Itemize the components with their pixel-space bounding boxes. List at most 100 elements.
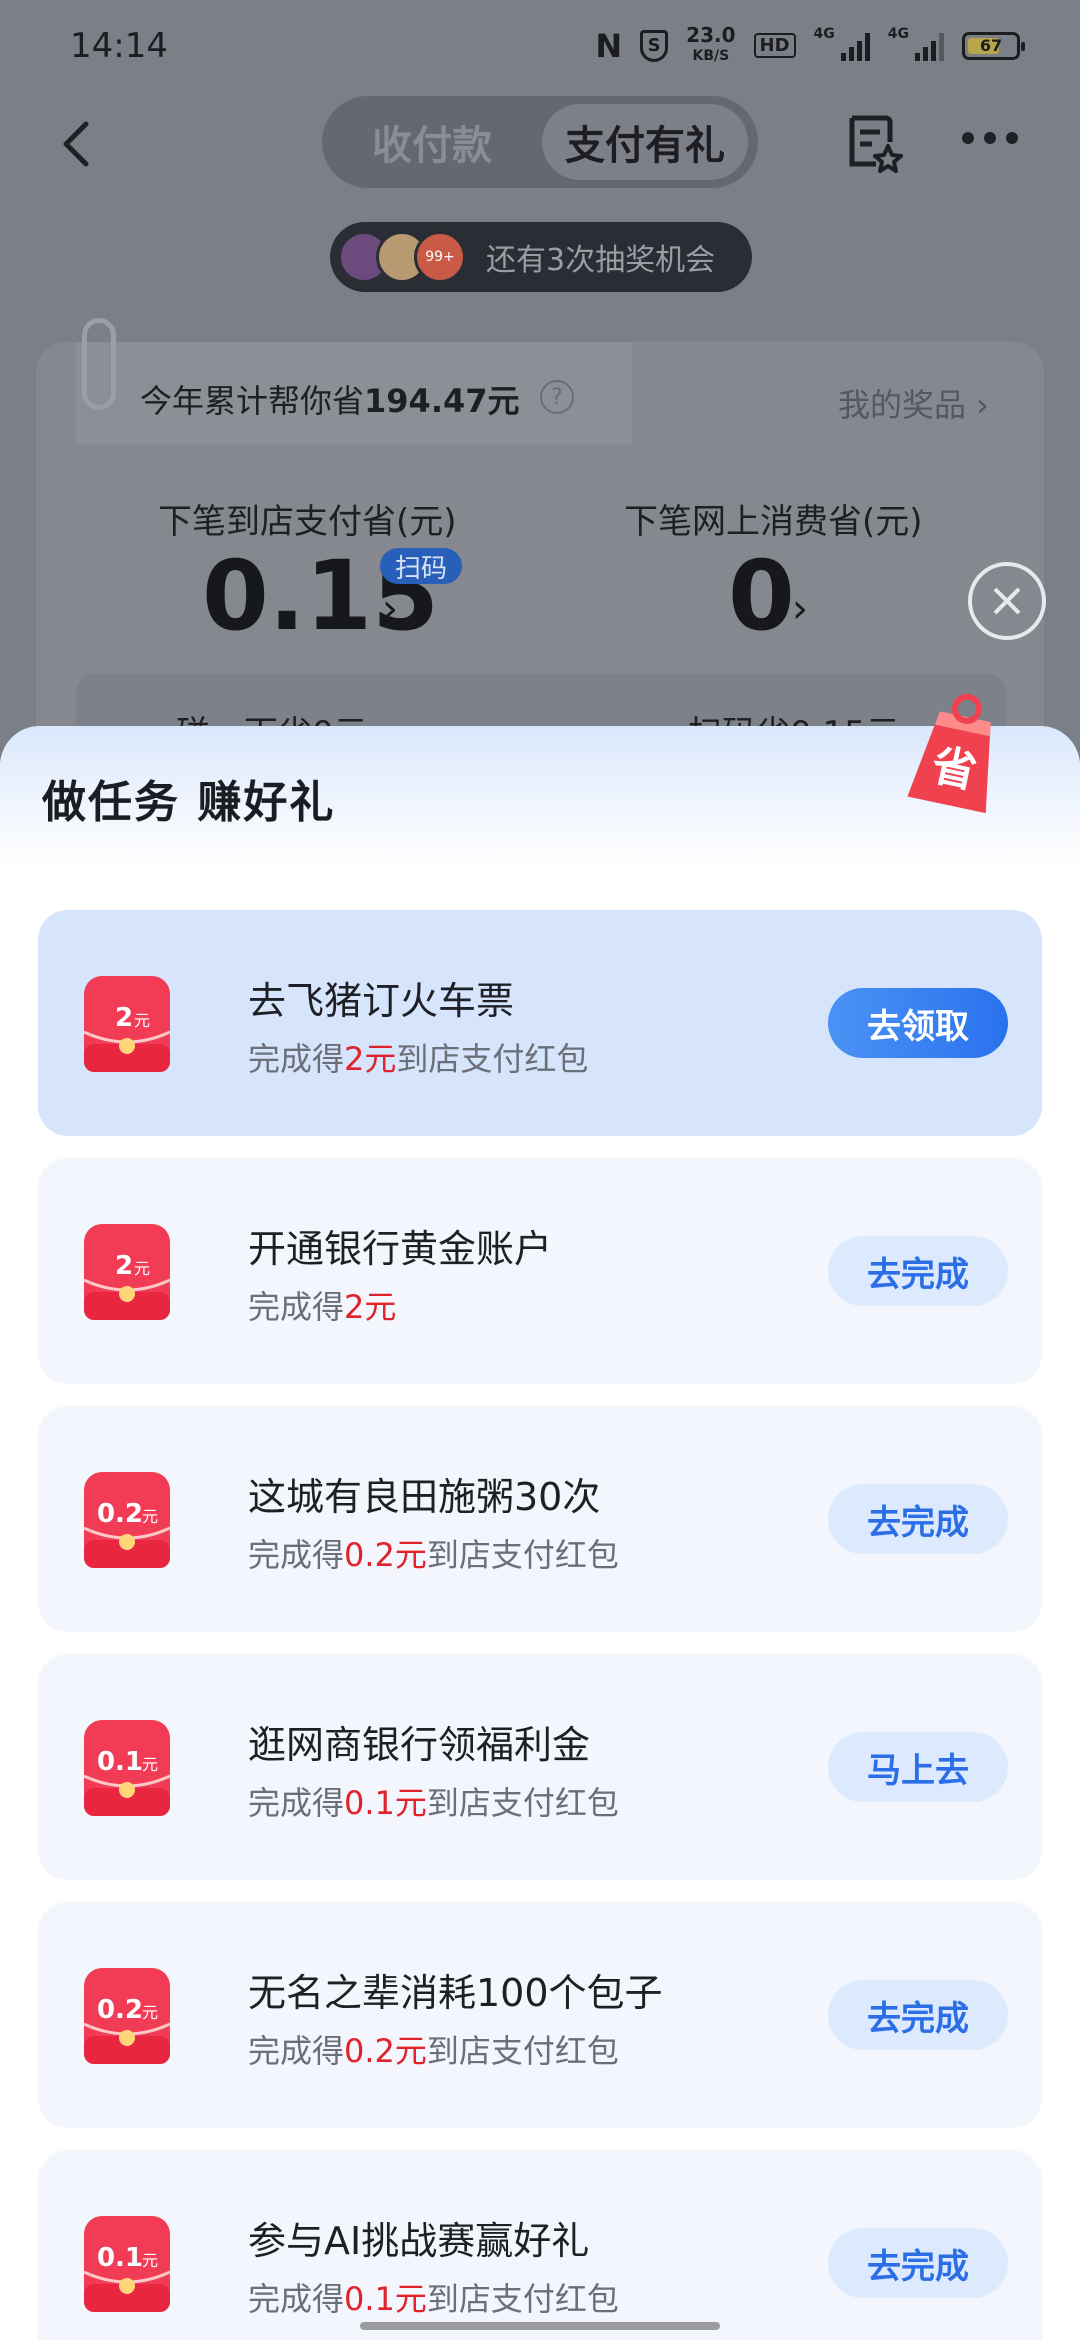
red-packet-value: 2 bbox=[115, 1251, 133, 1281]
chevron-right-icon: › bbox=[382, 586, 398, 632]
bill-star-icon[interactable] bbox=[840, 110, 904, 174]
task-reward: 完成得2元到店支付红包 bbox=[248, 1034, 588, 1080]
savings-tag-icon: 省 bbox=[907, 693, 991, 814]
help-icon[interactable]: ? bbox=[540, 380, 574, 414]
tab-payments[interactable]: 收付款 bbox=[332, 104, 532, 180]
task-reward: 完成得2元 bbox=[248, 1282, 396, 1328]
network-speed: 23.0 KB/S bbox=[686, 23, 736, 65]
more-dots-icon[interactable] bbox=[962, 132, 1018, 144]
red-packet-unit: 元 bbox=[142, 1507, 158, 1526]
task-reward-suffix: 到店支付红包 bbox=[426, 1536, 619, 1574]
red-packet-icon: 0.2 元 bbox=[83, 1968, 171, 2064]
task-reward-suffix: 到店支付红包 bbox=[426, 1784, 619, 1822]
my-prizes-link[interactable]: 我的奖品 › bbox=[838, 380, 989, 426]
yearly-savings-prefix: 今年累计帮你省 bbox=[140, 382, 365, 420]
task-title: 参与AI挑战赛赢好礼 bbox=[248, 2219, 590, 2263]
task-card[interactable]: 2 元 开通银行黄金账户 完成得2元 去完成 bbox=[38, 1158, 1042, 1384]
task-reward-prefix: 完成得 bbox=[248, 2032, 345, 2070]
online-savings-title: 下笔网上消费省(元) bbox=[624, 502, 923, 542]
task-title: 开通银行黄金账户 bbox=[248, 1227, 553, 1271]
network-type-1: 4G bbox=[813, 26, 835, 42]
red-packet-icon: 2 元 bbox=[83, 1224, 171, 1320]
back-arrow-icon[interactable] bbox=[50, 114, 110, 174]
status-icons: N S 23.0 KB/S HD 4G 4G 67 bbox=[595, 23, 1025, 65]
prize-avatars: 99+ bbox=[338, 231, 466, 283]
task-action-button[interactable]: 去完成 bbox=[828, 2228, 1008, 2298]
online-savings-value[interactable]: 0 bbox=[728, 540, 795, 652]
red-packet-icon: 2 元 bbox=[83, 976, 171, 1072]
task-card[interactable]: 0.1 元 参与AI挑战赛赢好礼 完成得0.1元到店支付红包 去完成 bbox=[38, 2150, 1042, 2340]
task-reward-prefix: 完成得 bbox=[248, 1288, 345, 1326]
red-packet-unit: 元 bbox=[134, 1011, 150, 1030]
task-reward: 完成得0.2元到店支付红包 bbox=[248, 1530, 619, 1576]
red-packet-unit: 元 bbox=[142, 2003, 158, 2022]
task-reward: 完成得0.1元到店支付红包 bbox=[248, 1778, 619, 1824]
tab-switcher: 收付款 支付有礼 bbox=[322, 96, 758, 188]
chevron-right-icon: › bbox=[792, 586, 808, 632]
task-title: 逛网商银行领福利金 bbox=[248, 1723, 591, 1767]
task-reward: 完成得0.1元到店支付红包 bbox=[248, 2274, 619, 2320]
prize-avatar-3: 99+ bbox=[414, 231, 466, 283]
yearly-savings: 今年累计帮你省194.47元 bbox=[140, 376, 520, 422]
red-packet-unit: 元 bbox=[142, 1755, 158, 1774]
home-indicator[interactable] bbox=[360, 2322, 720, 2330]
lottery-chances-pill[interactable]: 99+ 还有3次抽奖机会 bbox=[330, 222, 752, 292]
status-bar: 14:14 N S 23.0 KB/S HD 4G 4G 67 bbox=[0, 0, 1080, 96]
top-nav: 收付款 支付有礼 bbox=[0, 96, 1080, 192]
task-reward-prefix: 完成得 bbox=[248, 1536, 345, 1574]
status-time: 14:14 bbox=[70, 26, 168, 66]
sheet-title: 做任务 赚好礼 bbox=[42, 777, 336, 828]
task-reward-amount: 0.2元 bbox=[344, 2032, 427, 2070]
offline-savings-title: 下笔到店支付省(元) bbox=[158, 502, 457, 542]
task-action-button[interactable]: 去完成 bbox=[828, 1236, 1008, 1306]
task-card[interactable]: 0.2 元 这城有良田施粥30次 完成得0.2元到店支付红包 去完成 bbox=[38, 1406, 1042, 1632]
task-card[interactable]: 0.1 元 逛网商银行领福利金 完成得0.1元到店支付红包 马上去 bbox=[38, 1654, 1042, 1880]
task-reward-amount: 2元 bbox=[344, 1040, 397, 1078]
network-type-2: 4G bbox=[887, 26, 909, 42]
task-card[interactable]: 2 元 去飞猪订火车票 完成得2元到店支付红包 去领取 bbox=[38, 910, 1042, 1136]
signal-icon-1 bbox=[840, 31, 870, 61]
lottery-text: 还有3次抽奖机会 bbox=[486, 243, 716, 278]
task-action-button[interactable]: 马上去 bbox=[828, 1732, 1008, 1802]
red-packet-icon: 0.2 元 bbox=[83, 1472, 171, 1568]
signal-icon-2 bbox=[915, 31, 944, 61]
red-packet-icon: 0.1 元 bbox=[83, 1720, 171, 1816]
task-title: 无名之辈消耗100个包子 bbox=[248, 1971, 663, 2015]
task-reward-amount: 0.1元 bbox=[344, 1784, 427, 1822]
shield-icon: S bbox=[640, 29, 669, 62]
red-packet-icon: 0.1 元 bbox=[83, 2216, 171, 2312]
task-reward-amount: 0.2元 bbox=[344, 1536, 427, 1574]
hd-icon: HD bbox=[753, 33, 796, 58]
task-reward-suffix: 到店支付红包 bbox=[426, 2032, 619, 2070]
task-action-button[interactable]: 去完成 bbox=[828, 1484, 1008, 1554]
battery-icon: 67 bbox=[962, 31, 1025, 60]
red-packet-value: 0.1 bbox=[97, 2243, 143, 2273]
task-reward-prefix: 完成得 bbox=[248, 1784, 345, 1822]
nfc-icon: N bbox=[595, 26, 623, 65]
task-title: 这城有良田施粥30次 bbox=[248, 1475, 601, 1519]
scan-badge: 扫码 bbox=[380, 548, 462, 584]
yearly-savings-amount: 194.47元 bbox=[364, 382, 520, 420]
task-action-button[interactable]: 去完成 bbox=[828, 1980, 1008, 2050]
network-speed-value: 23.0 bbox=[686, 23, 736, 47]
tab-payment-rewards[interactable]: 支付有礼 bbox=[542, 104, 748, 180]
task-title: 去飞猪订火车票 bbox=[248, 979, 515, 1023]
task-reward-prefix: 完成得 bbox=[248, 2280, 345, 2318]
network-speed-unit: KB/S bbox=[692, 48, 730, 64]
red-packet-value: 0.2 bbox=[97, 1499, 143, 1529]
red-packet-unit: 元 bbox=[142, 2251, 158, 2270]
task-reward-suffix: 到店支付红包 bbox=[426, 2280, 619, 2318]
task-reward-amount: 0.1元 bbox=[344, 2280, 427, 2318]
task-reward-amount: 2元 bbox=[344, 1288, 397, 1326]
red-packet-value: 2 bbox=[115, 1003, 133, 1033]
task-reward-suffix: 到店支付红包 bbox=[396, 1040, 589, 1078]
battery-level: 67 bbox=[979, 36, 1003, 55]
task-reward-prefix: 完成得 bbox=[248, 1040, 345, 1078]
task-action-button[interactable]: 去领取 bbox=[828, 988, 1008, 1058]
paperclip-icon bbox=[82, 318, 116, 410]
red-packet-unit: 元 bbox=[134, 1259, 150, 1278]
red-packet-value: 0.1 bbox=[97, 1747, 143, 1777]
task-card[interactable]: 0.2 元 无名之辈消耗100个包子 完成得0.2元到店支付红包 去完成 bbox=[38, 1902, 1042, 2128]
close-icon[interactable] bbox=[968, 562, 1046, 640]
red-packet-value: 0.2 bbox=[97, 1995, 143, 2025]
